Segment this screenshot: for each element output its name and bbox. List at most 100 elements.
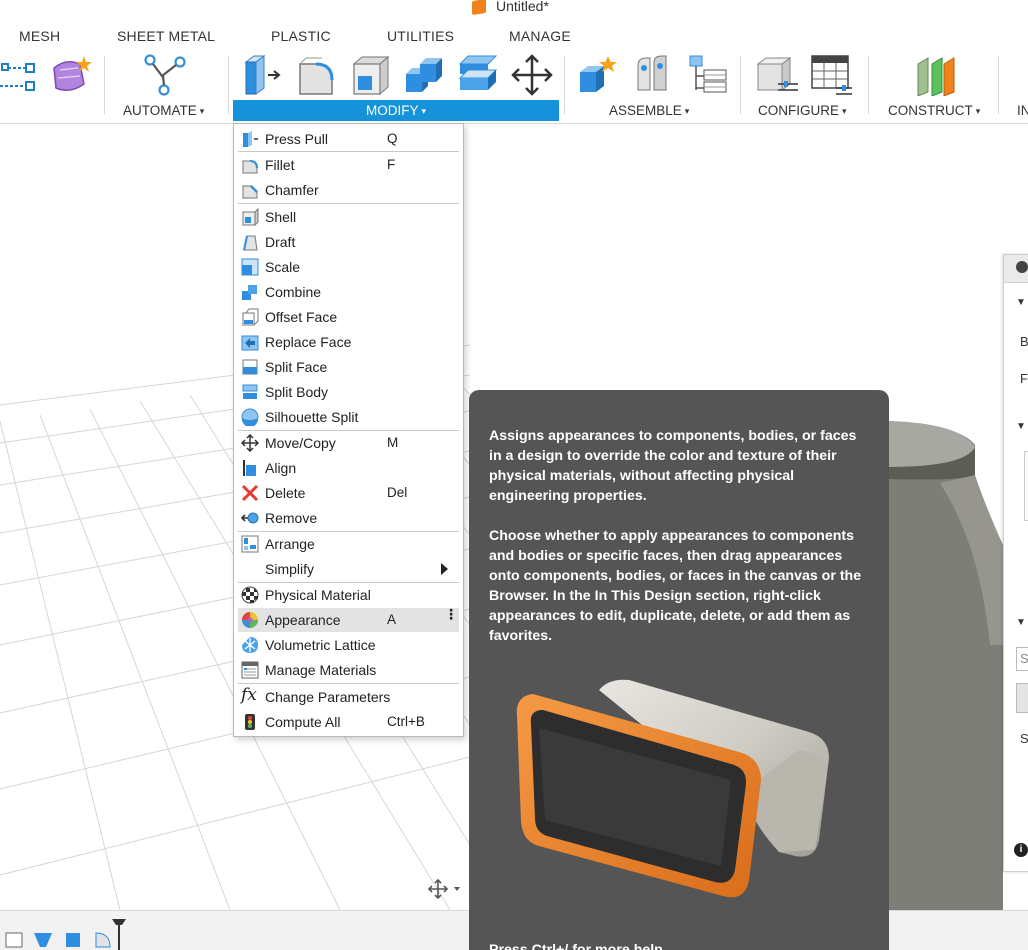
fillet-icon xyxy=(242,160,258,174)
bill-of-materials-icon[interactable] xyxy=(688,54,730,96)
inspect-group-label[interactable]: IN xyxy=(1017,103,1028,118)
menu-item-press-pull[interactable]: Press Pull Q xyxy=(238,127,459,151)
ribbon-separator xyxy=(104,56,105,114)
collapse-icon[interactable] xyxy=(1016,261,1028,273)
menu-item-change-parameters[interactable]: fx Change Parameters xyxy=(238,685,459,709)
offset-face-icon xyxy=(242,308,259,326)
new-component-icon[interactable] xyxy=(576,54,620,96)
construct-group-label[interactable]: CONSTRUCT ▾ xyxy=(888,103,980,118)
panel-label-b: B xyxy=(1020,334,1028,349)
configuration-table-icon[interactable] xyxy=(810,54,854,96)
menu-separator xyxy=(238,151,459,152)
automate-icon[interactable] xyxy=(142,54,188,96)
configure-group-label[interactable]: CONFIGURE ▾ xyxy=(758,103,847,118)
menu-item-manage-materials[interactable]: Manage Materials xyxy=(238,658,459,682)
fillet-icon[interactable] xyxy=(296,54,338,96)
modify-menu: Press Pull Q Fillet F Chamfer Shell Draf… xyxy=(233,123,464,737)
ribbon-separator xyxy=(868,56,869,114)
volumetric-lattice-icon xyxy=(242,637,258,653)
create-form-icon[interactable] xyxy=(50,54,94,96)
menu-item-move-copy[interactable]: Move/Copy M xyxy=(238,431,459,455)
appearance-preview-illustration xyxy=(516,679,829,898)
expand-triangle-icon[interactable]: ▼ xyxy=(1016,297,1026,308)
press-pull-icon[interactable] xyxy=(242,54,282,96)
menu-item-split-face[interactable]: Split Face xyxy=(238,355,459,379)
ribbon-separator xyxy=(740,56,741,114)
timeline-fillet-icon[interactable] xyxy=(95,932,111,948)
ribbon-toolbar: MESH SHEET METAL PLASTIC UTILITIES MANAG… xyxy=(0,20,1028,124)
tooltip-description: Assigns appearances to components, bodie… xyxy=(489,428,857,504)
expand-triangle-icon[interactable]: ▼ xyxy=(1016,617,1026,628)
tab-plastic[interactable]: PLASTIC xyxy=(271,28,331,44)
menu-item-offset-face[interactable]: Offset Face xyxy=(238,305,459,329)
silhouette-split-icon xyxy=(241,408,259,426)
search-input[interactable]: S xyxy=(1016,647,1028,671)
menu-item-appearance[interactable]: Appearance A ⋮ xyxy=(238,607,459,632)
shell-icon[interactable] xyxy=(350,54,392,96)
remove-icon xyxy=(241,512,259,524)
more-options-icon[interactable]: ⋮ xyxy=(444,607,458,621)
combine-icon[interactable] xyxy=(402,54,446,96)
timeline-marker-icon[interactable] xyxy=(112,919,126,950)
info-icon[interactable]: i xyxy=(1014,843,1028,857)
menu-item-simplify[interactable]: Simplify xyxy=(238,557,459,581)
compute-all-icon xyxy=(245,714,255,730)
menu-separator xyxy=(238,203,459,204)
chamfer-icon xyxy=(242,185,258,199)
joint-icon[interactable] xyxy=(632,54,672,96)
menu-item-volumetric-lattice[interactable]: Volumetric Lattice xyxy=(238,633,459,657)
ribbon-separator xyxy=(998,56,999,114)
menu-item-split-body[interactable]: Split Body xyxy=(238,380,459,404)
menu-item-combine[interactable]: Combine xyxy=(238,280,459,304)
timeline-extrude-icon[interactable] xyxy=(34,933,52,947)
refresh-icon[interactable] xyxy=(1016,683,1028,713)
press-pull-icon xyxy=(243,131,258,147)
tab-utilities[interactable]: UTILITIES xyxy=(387,28,454,44)
replace-face-icon xyxy=(241,335,259,351)
offset-plane-icon[interactable] xyxy=(914,54,958,96)
document-title: Untitled* xyxy=(496,0,549,14)
appearance-tooltip: Assigns appearances to components, bodie… xyxy=(469,390,889,950)
align-icon xyxy=(243,460,256,476)
move-copy-icon[interactable] xyxy=(510,54,554,96)
menu-item-chamfer[interactable]: Chamfer xyxy=(238,178,459,202)
modify-group-label: MODIFY ▾ xyxy=(365,103,427,118)
orbit-pan-icon[interactable] xyxy=(424,876,468,902)
fx-icon: fx xyxy=(241,685,257,705)
timeline-icons xyxy=(5,919,126,950)
swatch-preview xyxy=(1024,451,1028,521)
browser-panel[interactable]: ▼ B Fa ▼ ▼ S S i xyxy=(1003,254,1028,872)
menu-item-scale[interactable]: Scale xyxy=(238,255,459,279)
modify-dropdown-button[interactable]: MODIFY ▾ xyxy=(233,100,559,121)
ribbon-separator xyxy=(564,56,565,114)
tab-sheet-metal[interactable]: SHEET METAL xyxy=(117,28,215,44)
menu-item-delete[interactable]: Delete Del xyxy=(238,481,459,505)
menu-item-arrange[interactable]: Arrange xyxy=(238,532,459,556)
menu-item-silhouette-split[interactable]: Silhouette Split xyxy=(238,405,459,429)
manage-materials-icon xyxy=(241,661,259,679)
tab-mesh[interactable]: MESH xyxy=(19,28,60,44)
submenu-arrow-icon xyxy=(441,563,448,575)
scale-icon xyxy=(241,258,259,276)
draft-icon xyxy=(243,235,258,251)
menu-item-align[interactable]: Align xyxy=(238,456,459,480)
shell-icon xyxy=(242,208,259,226)
menu-item-replace-face[interactable]: Replace Face xyxy=(238,330,459,354)
offset-face-icon[interactable] xyxy=(456,54,500,96)
appearance-icon xyxy=(242,612,258,628)
menu-item-draft[interactable]: Draft xyxy=(238,230,459,254)
configure-icon[interactable] xyxy=(756,54,800,96)
menu-item-fillet[interactable]: Fillet F xyxy=(238,153,459,177)
assemble-group-label[interactable]: ASSEMBLE ▾ xyxy=(609,103,689,118)
expand-triangle-icon[interactable]: ▼ xyxy=(1016,421,1026,432)
combine-icon xyxy=(242,285,257,300)
tab-manage[interactable]: MANAGE xyxy=(509,28,571,44)
menu-item-shell[interactable]: Shell xyxy=(238,205,459,229)
menu-item-remove[interactable]: Remove xyxy=(238,506,459,530)
timeline-body-icon[interactable] xyxy=(66,933,80,947)
automate-group-label[interactable]: AUTOMATE ▾ xyxy=(123,103,204,118)
sketch-edit-icon[interactable] xyxy=(0,54,40,96)
menu-item-compute-all[interactable]: Compute All Ctrl+B xyxy=(238,710,459,734)
menu-item-physical-material[interactable]: Physical Material xyxy=(238,583,459,607)
timeline-sketch-icon[interactable] xyxy=(5,932,23,948)
